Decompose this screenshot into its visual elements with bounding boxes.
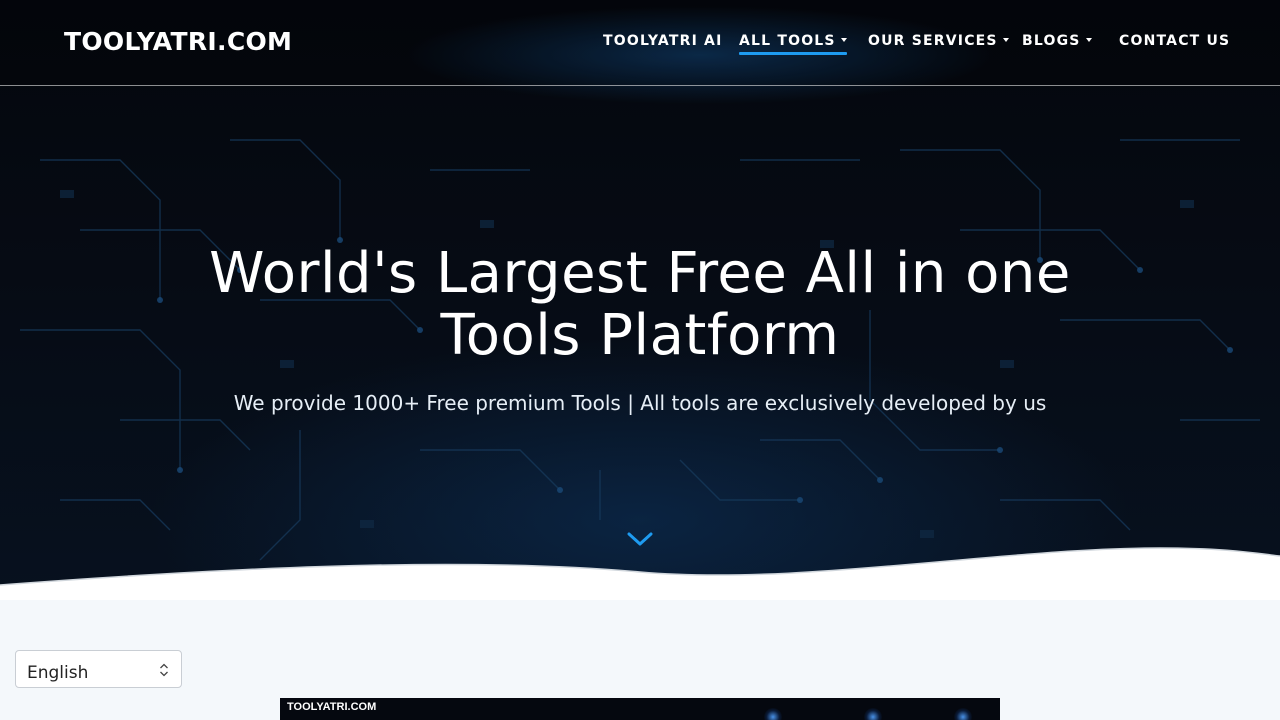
hero-headline-line-2: Tools Platform	[440, 303, 840, 368]
top-navbar: TOOLYATRI.COM TOOLYATRI AI ALL TOOLS OUR…	[0, 0, 1280, 86]
updown-chevron-icon	[160, 663, 168, 677]
nav-item-blogs[interactable]: BLOGS	[1022, 33, 1092, 49]
caret-down-icon	[840, 38, 847, 42]
preview-banner-label: TOOLYATRI.COM	[287, 701, 377, 713]
glow-decoration	[954, 708, 972, 720]
language-select-value: English	[27, 663, 89, 683]
hero-subtitle: We provide 1000+ Free premium Tools | Al…	[233, 391, 1047, 415]
nav-item-label: BLOGS	[1022, 33, 1081, 49]
nav-item-label: TOOLYATRI AI	[603, 33, 723, 49]
preview-banner: TOOLYATRI.COM	[280, 698, 1000, 720]
nav-item-toolyatri-ai[interactable]: TOOLYATRI AI	[603, 33, 723, 49]
hero-wave-divider	[0, 547, 1280, 600]
caret-down-icon	[1002, 38, 1009, 42]
glow-decoration	[864, 708, 882, 720]
caret-down-icon	[1085, 38, 1092, 42]
main-nav: TOOLYATRI AI ALL TOOLS OUR SERVICES BLOG…	[0, 33, 1280, 63]
nav-item-label: ALL TOOLS	[739, 33, 836, 49]
hero-headline: World's Largest Free All in one Tools Pl…	[0, 243, 1280, 367]
language-select[interactable]: English	[15, 650, 182, 688]
nav-item-contact-us[interactable]: CONTACT US	[1119, 33, 1230, 49]
hero-section: TOOLYATRI.COM TOOLYATRI AI ALL TOOLS OUR…	[0, 0, 1280, 600]
nav-item-label: OUR SERVICES	[868, 33, 998, 49]
nav-item-all-tools[interactable]: ALL TOOLS	[739, 33, 847, 55]
nav-item-our-services[interactable]: OUR SERVICES	[868, 33, 1009, 49]
hero-headline-line-1: World's Largest Free All in one	[209, 241, 1071, 306]
nav-item-label: CONTACT US	[1119, 33, 1231, 49]
glow-decoration	[764, 708, 782, 720]
active-nav-indicator	[739, 52, 847, 55]
